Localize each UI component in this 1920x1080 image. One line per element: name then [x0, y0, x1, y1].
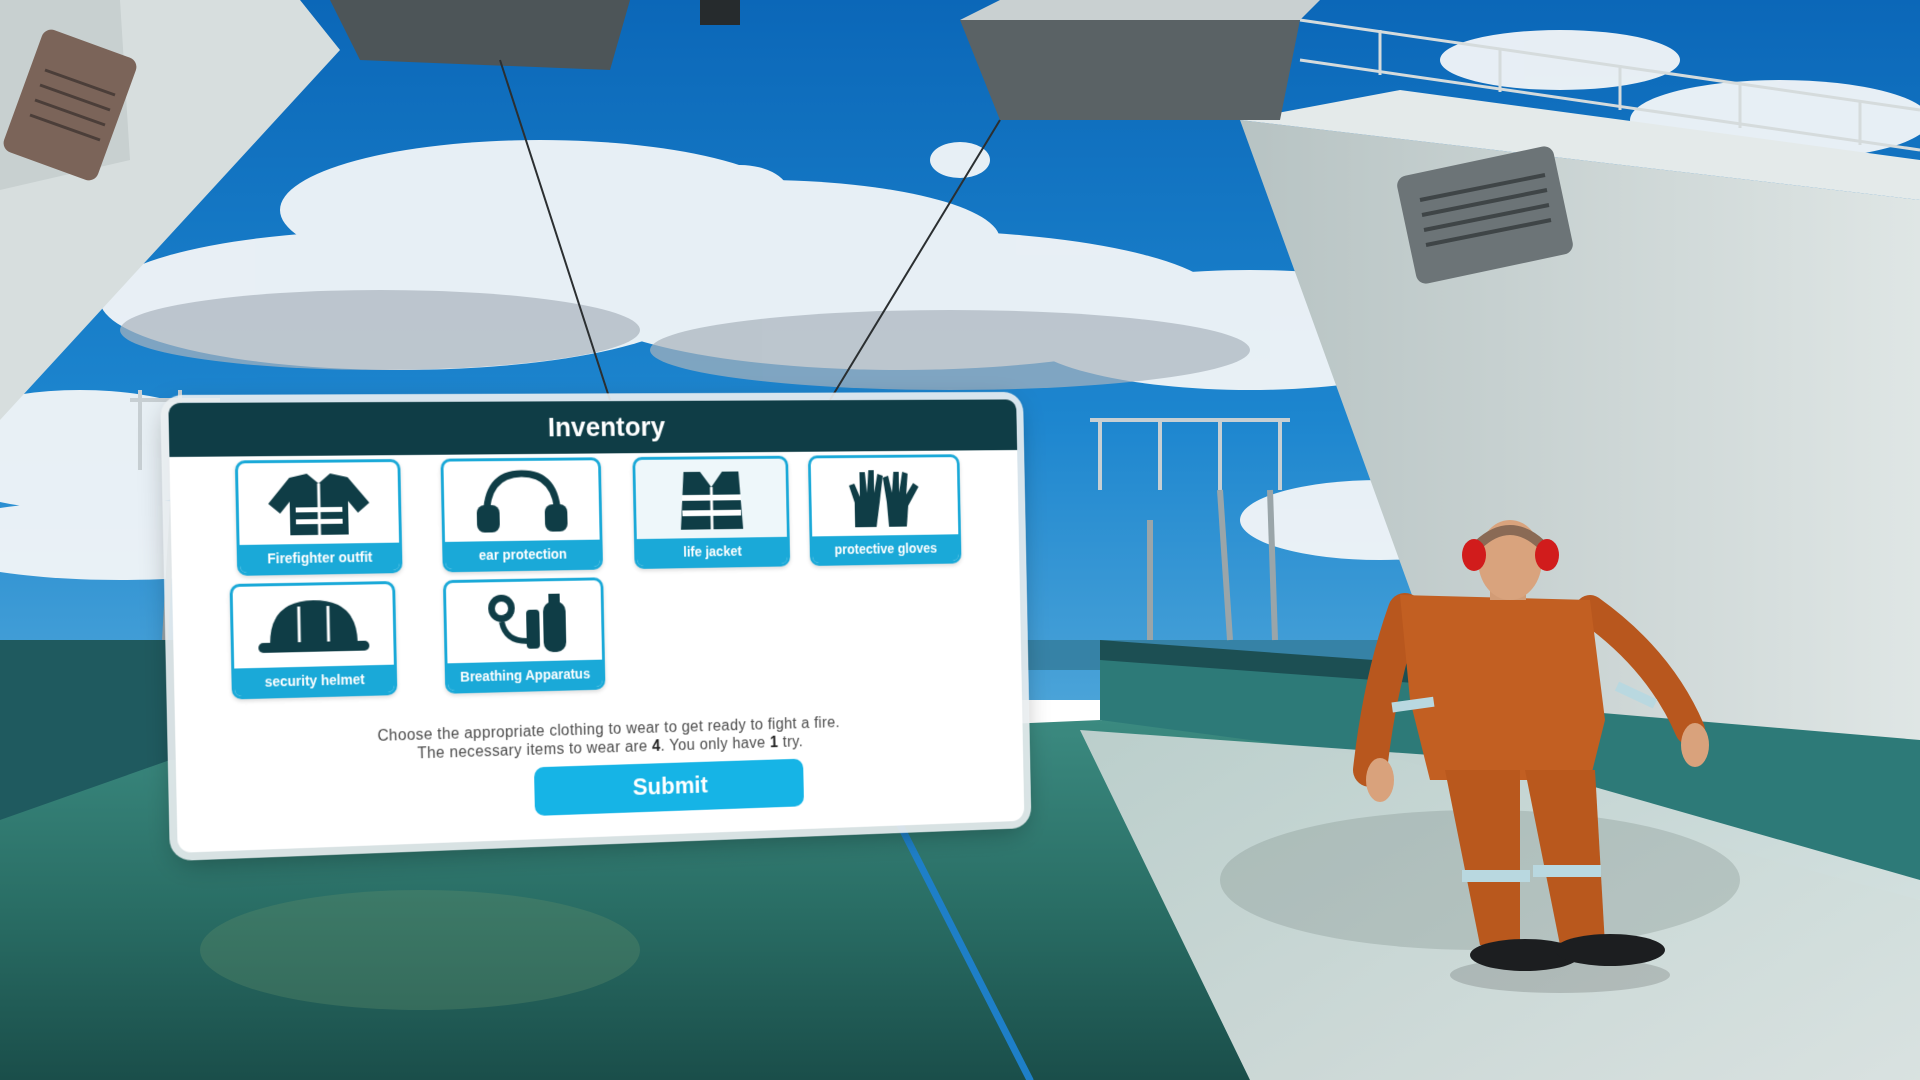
ear-protection-icon [443, 464, 599, 540]
submit-button[interactable]: Submit [533, 758, 805, 816]
item-label: ear protection [445, 539, 601, 570]
tries-count: 1 [769, 734, 779, 752]
firefighter-outfit-icon [238, 466, 399, 543]
item-label: life jacket [636, 536, 788, 567]
item-label: security helmet [234, 664, 395, 697]
item-label: protective gloves [812, 534, 959, 564]
item-ear-protection[interactable]: ear protection [440, 457, 604, 573]
breathing-apparatus-icon [446, 584, 602, 661]
item-protective-gloves[interactable]: protective gloves [807, 454, 962, 567]
instructions-text: Choose the appropriate clothing to wear … [215, 709, 988, 769]
item-security-helmet[interactable]: security helmet [229, 581, 398, 700]
inventory-panel: Inventory Firefighter outfit ear protect… [168, 399, 1025, 853]
item-breathing-apparatus[interactable]: Breathing Apparatus [442, 577, 606, 694]
life-jacket-icon [635, 462, 787, 537]
item-life-jacket[interactable]: life jacket [632, 455, 791, 570]
item-label: Firefighter outfit [239, 542, 400, 573]
security-helmet-icon [233, 588, 394, 667]
item-firefighter-outfit[interactable]: Firefighter outfit [234, 459, 403, 576]
protective-gloves-icon [811, 461, 959, 535]
inventory-title: Inventory [168, 399, 1018, 457]
item-label: Breathing Apparatus [447, 659, 603, 691]
